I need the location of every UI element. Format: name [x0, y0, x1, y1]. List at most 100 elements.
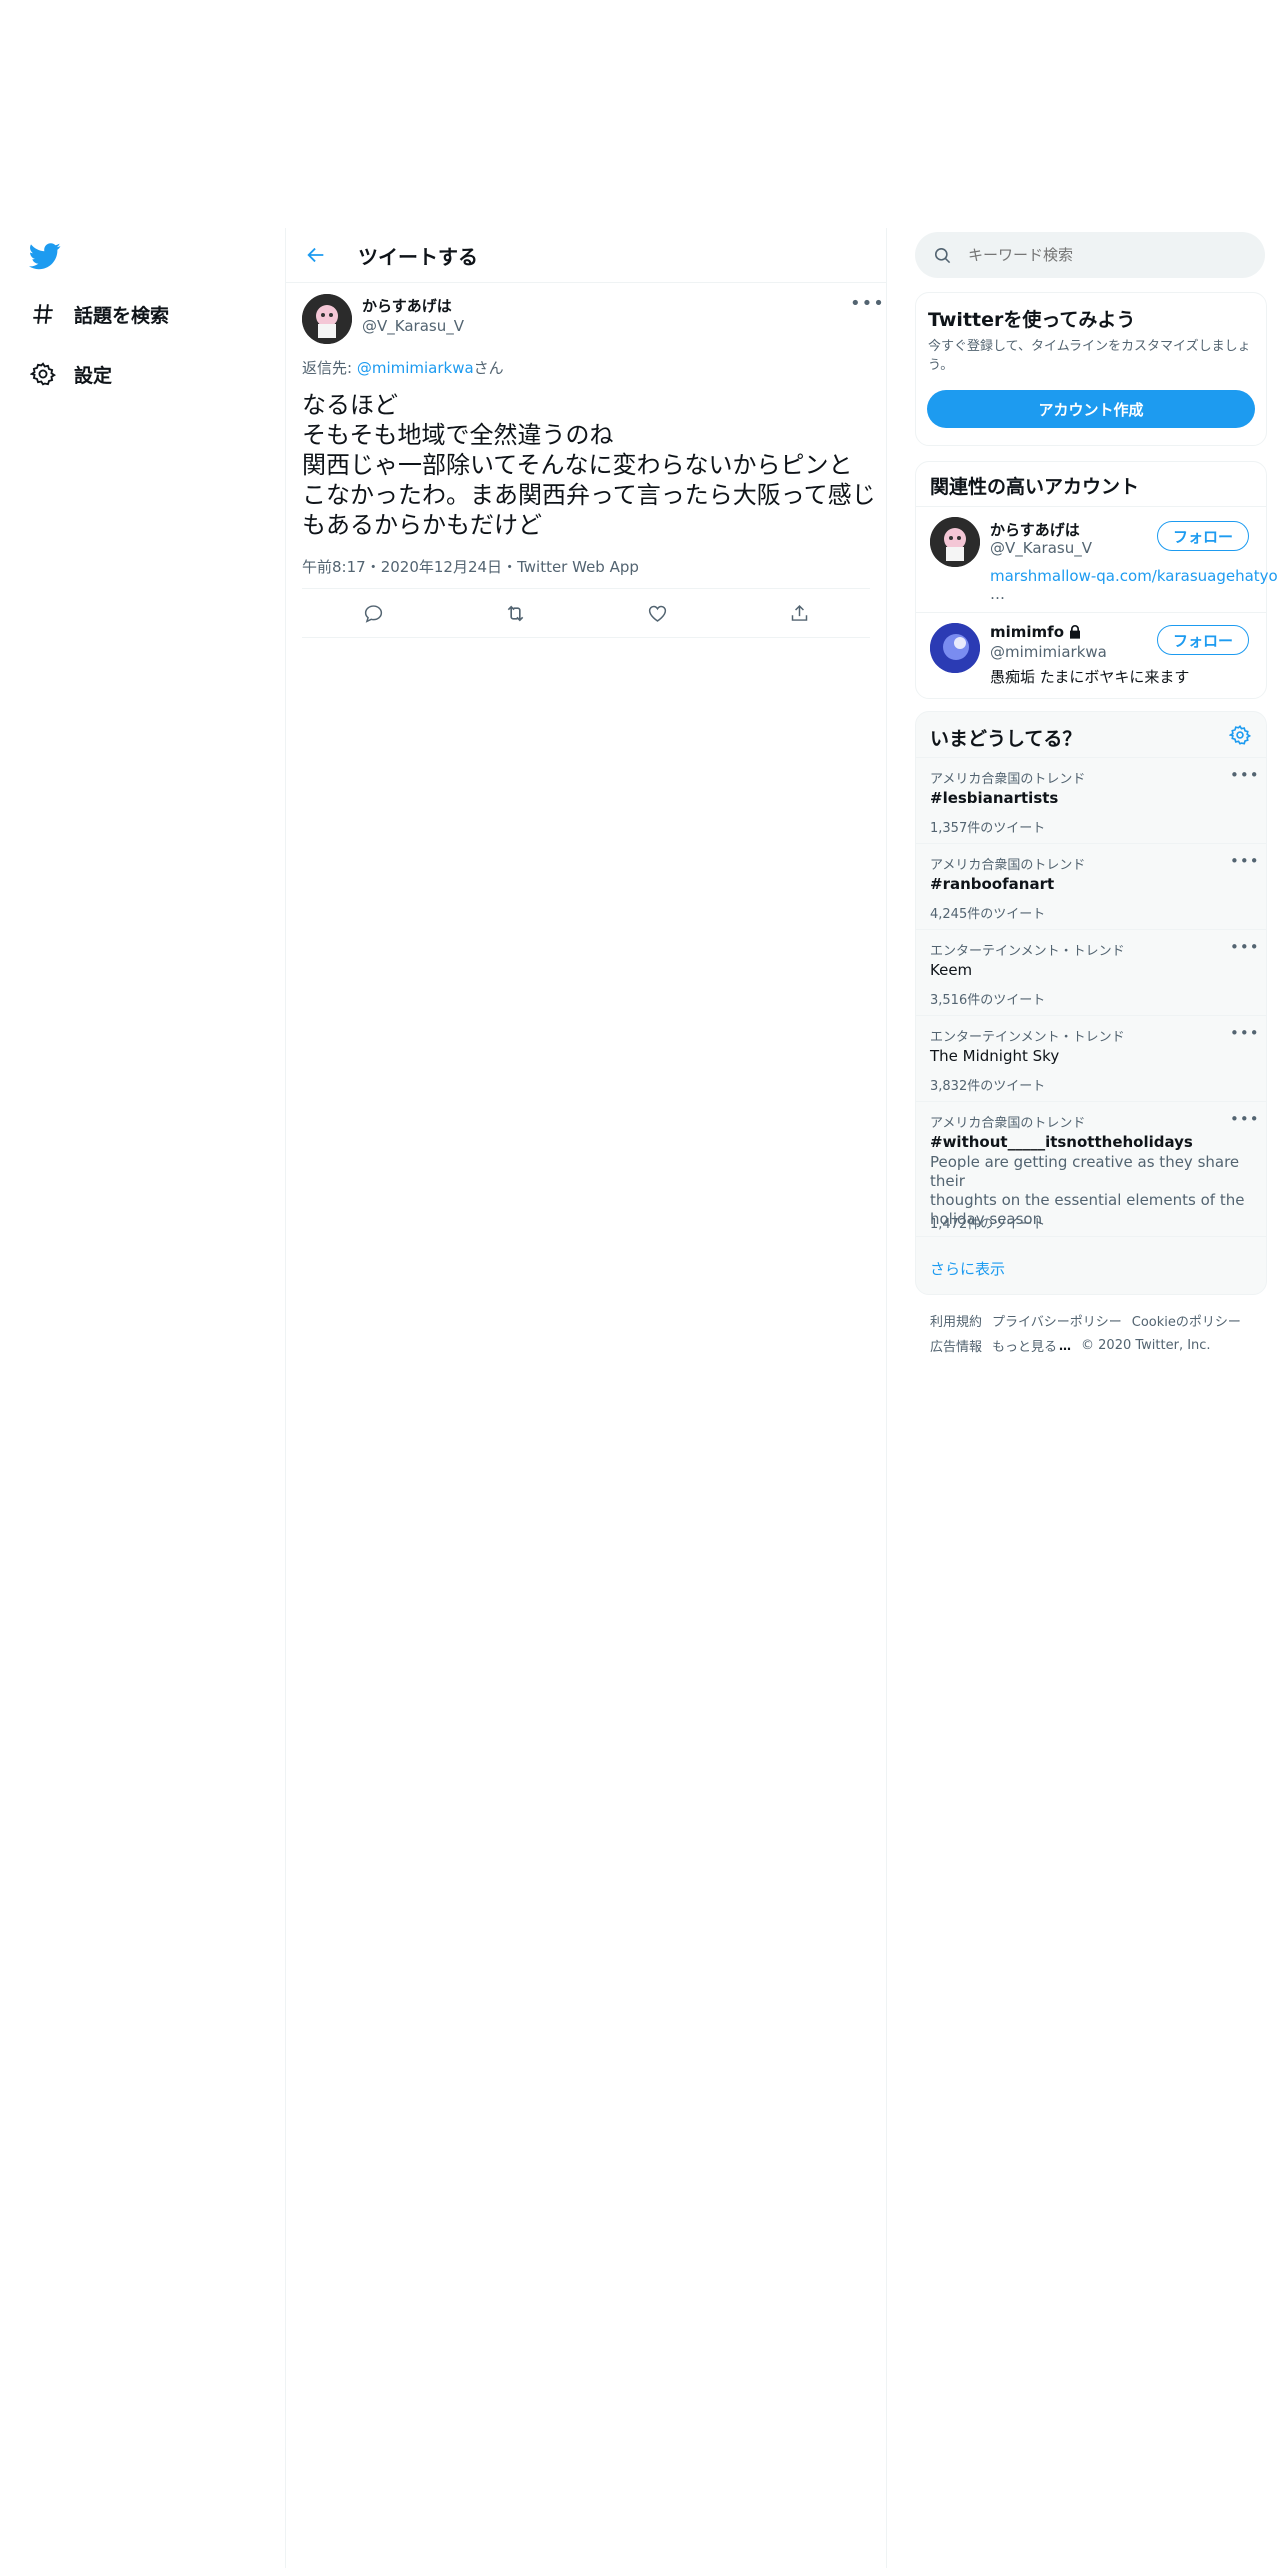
nav-item-settings[interactable]: 設定 [28, 354, 112, 394]
tweet-line: なるほど [302, 391, 398, 419]
reply-to-link[interactable]: @mimimiarkwa [357, 359, 474, 377]
account-bio: 愚痴垢 たまにボヤキに来ます [990, 668, 1190, 686]
tweet-handle[interactable]: @V_Karasu_V [362, 317, 464, 335]
trend-name: #ranboofanart [930, 875, 1055, 893]
lock-icon [1067, 624, 1083, 640]
trend-item[interactable]: エンターテインメント・トレンド ••• Keem 3,516件のツイート [916, 930, 1266, 1015]
follow-button[interactable]: フォロー [1157, 521, 1249, 551]
related-account[interactable]: からすあげは @V_Karasu_V フォロー marshmallow-qa.c… [916, 507, 1278, 612]
back-button[interactable] [298, 237, 334, 273]
signup-card: Twitterを使ってみよう 今すぐ登録して、タイムラインをカスタマイズしましょ… [915, 292, 1267, 446]
terms-link[interactable]: 利用規約 [930, 1311, 982, 1330]
more-link[interactable]: もっと見る [992, 1336, 1057, 1355]
nav-item-explore[interactable]: 話題を検索 [28, 294, 169, 334]
nav-settings-label: 設定 [74, 364, 113, 387]
trend-context: アメリカ合衆国のトレンド [930, 1116, 1086, 1131]
trend-item[interactable]: エンターテインメント・トレンド ••• The Midnight Sky 3,8… [916, 1016, 1266, 1101]
trend-item[interactable]: アメリカ合衆国のトレンド ••• #lesbianartists 1,357件の… [916, 758, 1266, 843]
more-icon[interactable]: ••• [850, 293, 885, 314]
avatar[interactable] [930, 623, 980, 673]
twitter-logo-icon[interactable] [28, 240, 61, 272]
trend-name: Keem [930, 961, 973, 979]
trend-name: The Midnight Sky [930, 1047, 1060, 1065]
ads-link[interactable]: 広告情報 [930, 1336, 982, 1355]
meta-sep: ・ [365, 558, 381, 576]
like-button[interactable] [639, 595, 675, 631]
account-bio-link[interactable]: marshmallow-qa.com/karasuagehatyo [990, 567, 1278, 585]
more-icon[interactable]: ••• [1230, 938, 1260, 956]
account-handle[interactable]: @mimimiarkwa [990, 643, 1107, 661]
copyright: © 2020 Twitter, Inc. [1081, 1338, 1211, 1353]
heart-icon [648, 605, 666, 622]
search-box[interactable] [915, 232, 1265, 278]
trend-name: #without_____itsnottheholidays [930, 1133, 1193, 1151]
meta-sep: ・ [502, 558, 518, 576]
reply-suffix: さん [473, 359, 504, 377]
trend-count: 1,357件のツイート [930, 821, 1046, 836]
more-icon[interactable]: ••• [1230, 852, 1260, 870]
trend-context: アメリカ合衆国のトレンド [930, 858, 1086, 873]
tweet-display-name[interactable]: からすあげは [362, 295, 452, 316]
trend-desc-line: People are getting creative as they shar… [930, 1153, 1240, 1190]
trend-count: 3,516件のツイート [930, 993, 1046, 1008]
tweet-time[interactable]: 午前8:17 [302, 558, 366, 576]
trend-count: 1,472件のツイート [930, 1217, 1046, 1232]
trend-name: #lesbianartists [930, 789, 1059, 807]
trend-count: 4,245件のツイート [930, 907, 1046, 922]
follow-button[interactable]: フォロー [1157, 625, 1249, 655]
trend-item[interactable]: アメリカ合衆国のトレンド ••• #ranboofanart 4,245件のツイ… [916, 844, 1266, 929]
account-name-row: mimimfo [990, 623, 1083, 641]
avatar[interactable] [930, 517, 980, 567]
related-accounts-card: 関連性の高いアカウント からすあげは @V_Karasu_V フォロー mars… [915, 461, 1278, 699]
main-header: ツイートする [286, 228, 886, 283]
tweet-line: そもそも地域で全然違うのね [302, 421, 614, 449]
tweet-actions [302, 588, 870, 638]
account-bio-more: … [990, 585, 1005, 603]
gear-icon [28, 359, 58, 389]
privacy-link[interactable]: プライバシーポリシー [992, 1311, 1122, 1330]
signup-title: Twitterを使ってみよう [928, 309, 1136, 331]
show-more-link[interactable]: さらに表示 [930, 1258, 1005, 1279]
related-title: 関連性の高いアカウント [930, 476, 1140, 498]
page-title: ツイートする [358, 244, 478, 269]
more-icon[interactable]: ••• [1230, 766, 1260, 784]
search-icon [933, 246, 952, 265]
account-handle[interactable]: @V_Karasu_V [990, 539, 1092, 557]
footer-row: 広告情報 もっと見る … © 2020 Twitter, Inc. [930, 1336, 1265, 1355]
account-name[interactable]: からすあげは [990, 519, 1080, 540]
tweet-line: こなかったわ。まあ関西弁って言ったら大阪って感じ [302, 481, 876, 509]
divider [916, 1236, 1266, 1237]
footer-links: 利用規約 プライバシーポリシー Cookieのポリシー 広告情報 もっと見る …… [930, 1311, 1265, 1355]
tweet-date[interactable]: 2020年12月24日 [381, 558, 502, 576]
trend-desc-line: thoughts on the essential elements of th… [930, 1191, 1245, 1209]
account-name[interactable]: mimimfo [990, 623, 1064, 641]
retweet-icon [507, 605, 523, 621]
footer-row: 利用規約 プライバシーポリシー Cookieのポリシー [930, 1311, 1265, 1330]
trend-context: エンターテインメント・トレンド [930, 1030, 1125, 1045]
more-icon[interactable]: ••• [1230, 1110, 1260, 1128]
tweet-source[interactable]: Twitter Web App [517, 558, 639, 576]
search-input[interactable] [966, 245, 1250, 265]
trends-card: いまどうしてる？ アメリカ合衆国のトレンド ••• #lesbianartist… [915, 711, 1267, 1295]
create-account-button[interactable]: アカウント作成 [927, 390, 1255, 428]
gear-icon[interactable] [1228, 724, 1252, 750]
avatar[interactable] [302, 294, 352, 344]
cookie-link[interactable]: Cookieのポリシー [1132, 1311, 1241, 1330]
related-account[interactable]: mimimfo @mimimiarkwa フォロー 愚痴垢 たまにボヤキに来ます [916, 613, 1266, 697]
trends-title: いまどうしてる？ [930, 728, 1082, 750]
reply-icon [364, 604, 382, 623]
hashtag-icon [28, 299, 58, 329]
share-button[interactable] [781, 595, 817, 631]
trend-item[interactable]: アメリカ合衆国のトレンド ••• #without_____itsnottheh… [916, 1102, 1266, 1236]
tweet-line: 関西じゃ一部除いてそんなに変わらないからピンと [302, 451, 853, 479]
retweet-button[interactable] [497, 595, 533, 631]
more-menu[interactable]: もっと見る … [992, 1336, 1071, 1356]
tweet-text: なるほど そもそも地域で全然違うのね 関西じゃ一部除いてそんなに変わらないからピ… [302, 390, 882, 540]
reply-context: 返信先: @mimimiarkwaさん [302, 357, 504, 378]
more-icon[interactable]: ••• [1230, 1024, 1260, 1042]
trend-context: アメリカ合衆国のトレンド [930, 772, 1086, 787]
reply-button[interactable] [355, 595, 391, 631]
tweet-meta: 午前8:17・2020年12月24日・Twitter Web App [302, 556, 639, 577]
main-column: ツイートする からすあげは @V_Karasu_V ••• 返信先: @mimi… [285, 228, 887, 2568]
trend-context: エンターテインメント・トレンド [930, 944, 1125, 959]
